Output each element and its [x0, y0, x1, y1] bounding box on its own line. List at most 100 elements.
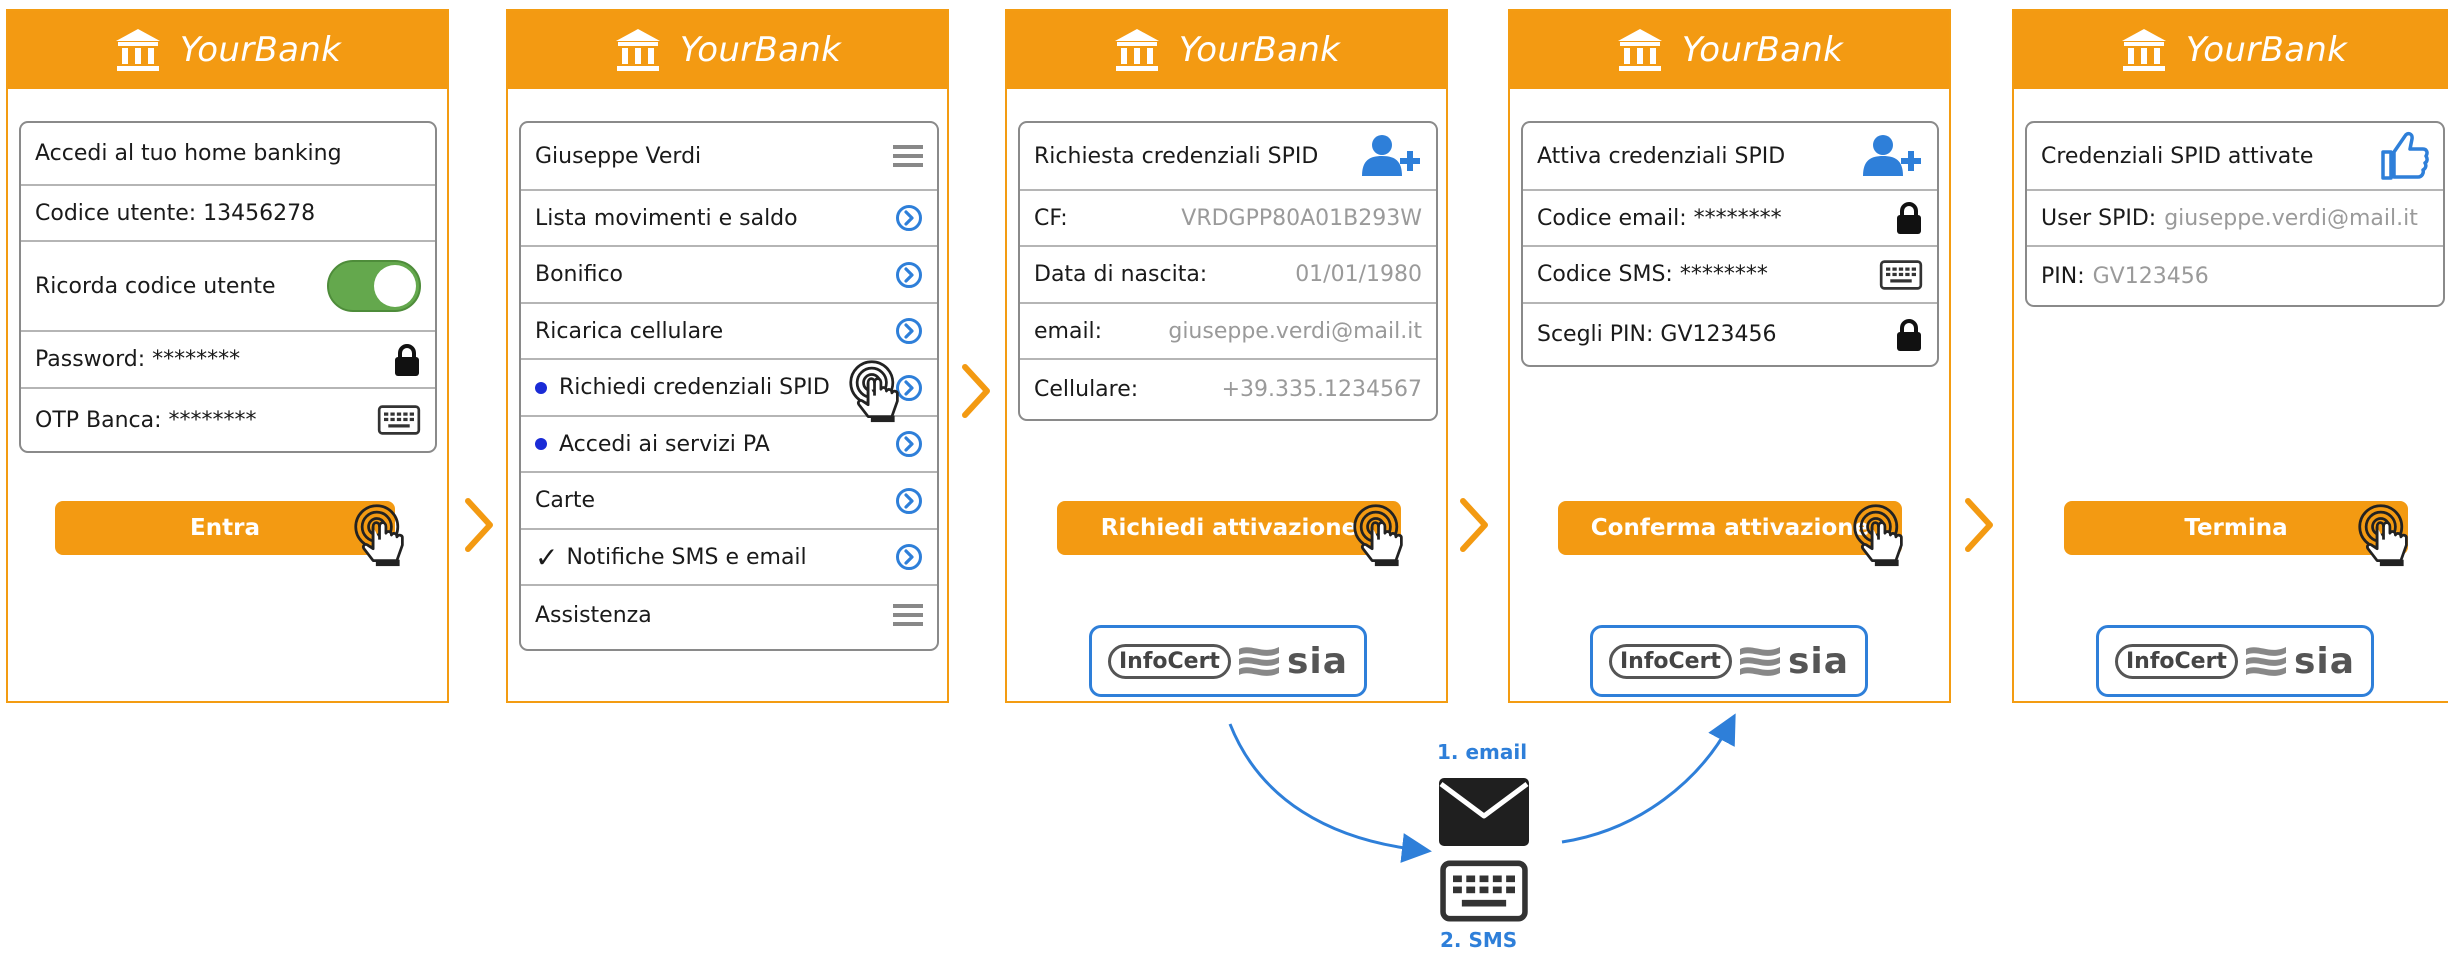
field-value: GV123456	[2092, 263, 2209, 289]
pin-field[interactable]: Scegli PIN: GV123456	[1523, 304, 1937, 365]
menu-item-transfer[interactable]: Bonifico	[521, 247, 937, 304]
add-user-icon[interactable]	[1861, 134, 1923, 178]
request-activation-label: Richiedi attivazione	[1100, 515, 1358, 541]
spid-activated-title-row: Credenziali SPID attivate	[2027, 123, 2443, 191]
envelope-icon	[1439, 778, 1529, 846]
remember-user-toggle[interactable]	[327, 260, 421, 312]
tap-hand-icon	[848, 359, 912, 423]
app-header: YourBank	[8, 11, 447, 89]
menu-item-topup[interactable]: Ricarica cellulare	[521, 304, 937, 360]
password-field[interactable]: Password: ********	[21, 332, 435, 389]
menu-item-label: Accedi ai servizi PA	[559, 431, 770, 457]
bank-name: YourBank	[1178, 30, 1341, 70]
lock-icon	[1895, 201, 1923, 235]
sia-logo: sia	[1286, 640, 1349, 682]
menu-item-cards[interactable]: Carte	[521, 473, 937, 530]
login-heading: Accedi al tuo home banking	[21, 123, 435, 186]
finish-button-label: Termina	[2184, 515, 2288, 541]
menu-item-user[interactable]: Giuseppe Verdi	[521, 123, 937, 191]
app-header: YourBank	[1510, 11, 1949, 89]
menu-item-label: Carte	[535, 488, 596, 513]
menu-item-movements[interactable]: Lista movimenti e saldo	[521, 191, 937, 247]
lock-icon	[1895, 318, 1923, 352]
spid-activate-panel: Attiva credenziali SPID Codice email: **…	[1521, 121, 1939, 367]
menu-item-support[interactable]: Assistenza	[521, 586, 937, 644]
menu-item-label: Giuseppe Verdi	[535, 143, 702, 169]
menu-icon[interactable]	[893, 143, 923, 169]
screen-login: YourBank Accedi al tuo home banking Codi…	[6, 9, 449, 703]
enter-button[interactable]: Entra	[55, 501, 395, 555]
spid-request-title-row: Richiesta credenziali SPID	[1020, 123, 1436, 191]
chevron-circle-icon[interactable]	[895, 204, 923, 232]
menu-item-label: Lista movimenti e saldo	[535, 205, 798, 231]
bank-icon	[2120, 27, 2168, 73]
keyboard-icon	[377, 405, 421, 435]
chevron-circle-icon[interactable]	[895, 317, 923, 345]
tap-hand-icon	[1352, 503, 1416, 567]
arrow-right-icon	[464, 497, 494, 553]
partner-logos: InfoCert sia	[1089, 625, 1367, 697]
chevron-circle-icon[interactable]	[895, 543, 923, 571]
sia-swoosh-icon	[2244, 641, 2288, 681]
keyboard-icon	[1879, 260, 1923, 290]
field-label: User SPID:	[2041, 205, 2157, 231]
otp-field[interactable]: OTP Banca: ********	[21, 389, 435, 451]
spid-pin-row: PIN: GV123456	[2027, 247, 2443, 305]
checkmark-icon: ✓	[535, 540, 559, 574]
field-label: Codice email: ********	[1537, 205, 1782, 231]
arrow-right-icon	[1964, 497, 1994, 553]
sia-swoosh-icon	[1738, 641, 1782, 681]
mobile-field[interactable]: Cellulare: +39.335.1234567	[1020, 360, 1436, 419]
field-value: giuseppe.verdi@mail.it	[1168, 318, 1422, 344]
flow-step-sms-label: 2. SMS	[1440, 928, 1518, 952]
spid-activate-title-row: Attiva credenziali SPID	[1523, 123, 1937, 191]
menu-item-pa-services[interactable]: Accedi ai servizi PA	[521, 417, 937, 473]
add-user-icon[interactable]	[1360, 134, 1422, 178]
email-field[interactable]: email: giuseppe.verdi@mail.it	[1020, 304, 1436, 360]
field-label: Codice SMS: ********	[1537, 262, 1768, 287]
field-label: Scegli PIN: GV123456	[1537, 322, 1777, 347]
arrow-right-icon	[961, 363, 991, 419]
chevron-circle-icon[interactable]	[895, 430, 923, 458]
field-label: email:	[1034, 318, 1103, 344]
field-label: PIN:	[2041, 263, 2085, 289]
bank-name: YourBank	[1681, 30, 1844, 70]
bank-icon	[114, 27, 162, 73]
sia-logo: sia	[1787, 640, 1850, 682]
app-header: YourBank	[2014, 11, 2448, 89]
spid-activated-title: Credenziali SPID attivate	[2041, 143, 2314, 169]
field-value: giuseppe.verdi@mail.it	[2164, 205, 2418, 231]
bank-name: YourBank	[679, 30, 842, 70]
request-activation-button[interactable]: Richiedi attivazione	[1057, 501, 1401, 555]
screen-spid-activated: YourBank Credenziali SPID attivate User …	[2012, 9, 2448, 703]
remember-user-row: Ricorda codice utente	[21, 242, 435, 332]
tap-hand-icon	[1852, 503, 1916, 567]
cf-field[interactable]: CF: VRDGPP80A01B293W	[1020, 191, 1436, 247]
infocert-logo: InfoCert	[2114, 643, 2238, 679]
spid-activated-panel: Credenziali SPID attivate User SPID: giu…	[2025, 121, 2445, 307]
chevron-circle-icon[interactable]	[895, 487, 923, 515]
tap-hand-icon	[353, 503, 417, 567]
app-header: YourBank	[1007, 11, 1446, 89]
chevron-circle-icon[interactable]	[895, 261, 923, 289]
tap-hand-icon	[2357, 503, 2421, 567]
flow-arrow-in	[1228, 723, 1432, 863]
menu-item-label: Bonifico	[535, 262, 624, 287]
menu-item-label: Richiedi credenziali SPID	[559, 375, 830, 400]
menu-icon[interactable]	[893, 602, 923, 628]
bank-name: YourBank	[2185, 30, 2348, 70]
sms-code-field[interactable]: Codice SMS: ********	[1523, 247, 1937, 304]
birthdate-field[interactable]: Data di nascita: 01/01/1980	[1020, 247, 1436, 304]
otp-label: OTP Banca: ********	[35, 407, 257, 433]
email-code-field[interactable]: Codice email: ********	[1523, 191, 1937, 247]
menu-item-notifications[interactable]: ✓ Notifiche SMS e email	[521, 530, 937, 586]
menu-item-label: Assistenza	[535, 602, 652, 628]
partner-logos: InfoCert sia	[1590, 625, 1868, 697]
bank-icon	[1616, 27, 1664, 73]
login-heading-label: Accedi al tuo home banking	[35, 141, 342, 166]
confirm-activation-label: Conferma attivazione	[1590, 515, 1870, 541]
user-code-field[interactable]: Codice utente: 13456278	[21, 186, 435, 242]
password-label: Password: ********	[35, 347, 241, 372]
confirm-activation-button[interactable]: Conferma attivazione	[1558, 501, 1902, 555]
spid-user-row: User SPID: giuseppe.verdi@mail.it	[2027, 191, 2443, 247]
